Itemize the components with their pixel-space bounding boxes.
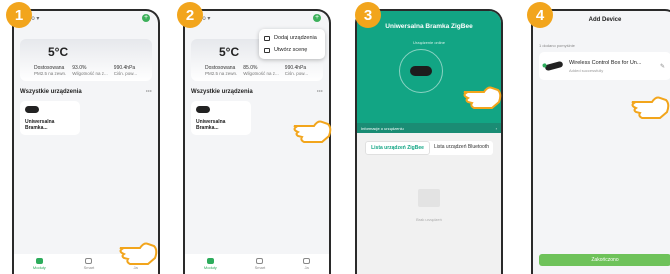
device-card[interactable]: Uniwersalna Bramka... xyxy=(20,101,80,135)
phone-screen-4: Add Device 1 dodano pomyślnie Wireless C… xyxy=(531,9,670,274)
device-name: Uniwersalna Bramka... xyxy=(196,119,226,131)
menu-create-scene[interactable]: Utwórz scenę xyxy=(264,44,320,56)
pressure-label: Ciśn. pow... xyxy=(284,71,309,76)
step-3-badge: 3 xyxy=(355,2,381,28)
weather-card: 5°C Dostosowana PM2.5 na zewn. 93.0% Wilgo… xyxy=(20,39,152,81)
gateway-icon xyxy=(410,66,432,76)
device-info-label: Informacje o urządzeniu xyxy=(361,126,404,131)
tab-smart-label: Smart xyxy=(83,265,95,270)
outdoor-sub: PM2.5 na zewn. xyxy=(34,71,67,76)
temperature: 5°C xyxy=(48,45,69,59)
device-name: Uniwersalna Bramka... xyxy=(25,119,55,131)
home-icon xyxy=(35,258,43,264)
menu-create-scene-label: Utwórz scenę xyxy=(274,47,308,53)
smart-icon xyxy=(256,258,264,264)
control-box-icon xyxy=(544,60,564,72)
finish-button[interactable]: Zakończono xyxy=(539,254,670,266)
tap-hand-icon xyxy=(119,242,158,265)
empty-text: Brak urządzeń xyxy=(416,217,442,222)
humidity-label: Wilgotność na z... xyxy=(72,71,108,76)
tap-hand-icon xyxy=(293,120,332,143)
gateway-icon xyxy=(25,106,39,113)
tab-smart[interactable]: Smart xyxy=(254,258,266,270)
add-icon[interactable]: + xyxy=(142,14,150,22)
added-device-status: Added successfully xyxy=(569,67,604,73)
humidity-label: Wilgotność na z... xyxy=(243,71,279,76)
gateway-icon xyxy=(196,106,210,113)
tab-bluetooth-devices[interactable]: Lista urządzeń Bluetooth xyxy=(430,141,493,155)
profile-icon xyxy=(303,258,311,264)
added-device-row[interactable]: Wireless Control Box for Un... Added suc… xyxy=(539,52,670,80)
chevron-right-icon: › xyxy=(495,126,497,131)
outdoor-sub: PM2.5 na zewn. xyxy=(205,71,238,76)
home-icon xyxy=(206,258,214,264)
section-title: Wszystkie urządzenia xyxy=(20,89,82,95)
added-count: 1 dodano pomyślnie xyxy=(539,43,575,48)
add-menu: Dodaj urządzenia Utwórz scenę xyxy=(259,29,325,59)
tab-smart[interactable]: Smart xyxy=(83,258,95,270)
step-2-badge: 2 xyxy=(177,2,203,28)
tab-home[interactable]: Moduły xyxy=(204,258,217,270)
tab-zigbee-devices[interactable]: Lista urządzeń ZigBee xyxy=(365,141,430,155)
menu-add-device[interactable]: Dodaj urządzenia xyxy=(264,32,320,44)
phone-screen-3: Uniwersalna Bramka ZigBee Urządzenie onl… xyxy=(355,9,503,274)
tab-me[interactable]: Ja xyxy=(303,258,311,270)
more-icon[interactable]: ··· xyxy=(317,89,323,95)
add-icon[interactable]: + xyxy=(313,14,321,22)
device-icon xyxy=(264,35,270,41)
gateway-device-ring xyxy=(399,49,443,93)
empty-box-icon xyxy=(418,189,440,207)
edit-icon[interactable]: ✎ xyxy=(660,63,665,70)
more-icon[interactable]: ··· xyxy=(146,89,152,95)
add-device-title: Add Device xyxy=(588,17,622,23)
menu-add-device-label: Dodaj urządzenia xyxy=(274,35,317,41)
device-card[interactable]: Uniwersalna Bramka... xyxy=(191,101,251,135)
step-4-badge: 4 xyxy=(527,2,553,28)
tab-home-label: Moduły xyxy=(203,265,217,270)
tab-me-label: Ja xyxy=(304,265,309,270)
pressure-label: Ciśn. pow... xyxy=(113,71,138,76)
scene-icon xyxy=(264,47,270,53)
smart-icon xyxy=(85,258,93,264)
added-device-name: Wireless Control Box for Un... xyxy=(569,59,642,66)
tab-home-label: Moduły xyxy=(32,265,46,270)
tab-smart-label: Smart xyxy=(254,265,266,270)
online-status: Urządzenie online xyxy=(412,40,446,45)
device-info-row[interactable]: Informacje o urządzeniu › xyxy=(357,123,501,133)
section-title: Wszystkie urządzenia xyxy=(191,89,253,95)
tap-hand-icon xyxy=(463,86,502,109)
tab-home[interactable]: Moduły xyxy=(33,258,46,270)
temperature: 5°C xyxy=(219,45,240,59)
step-1-badge: 1 xyxy=(6,2,32,28)
tap-hand-icon xyxy=(631,96,670,119)
